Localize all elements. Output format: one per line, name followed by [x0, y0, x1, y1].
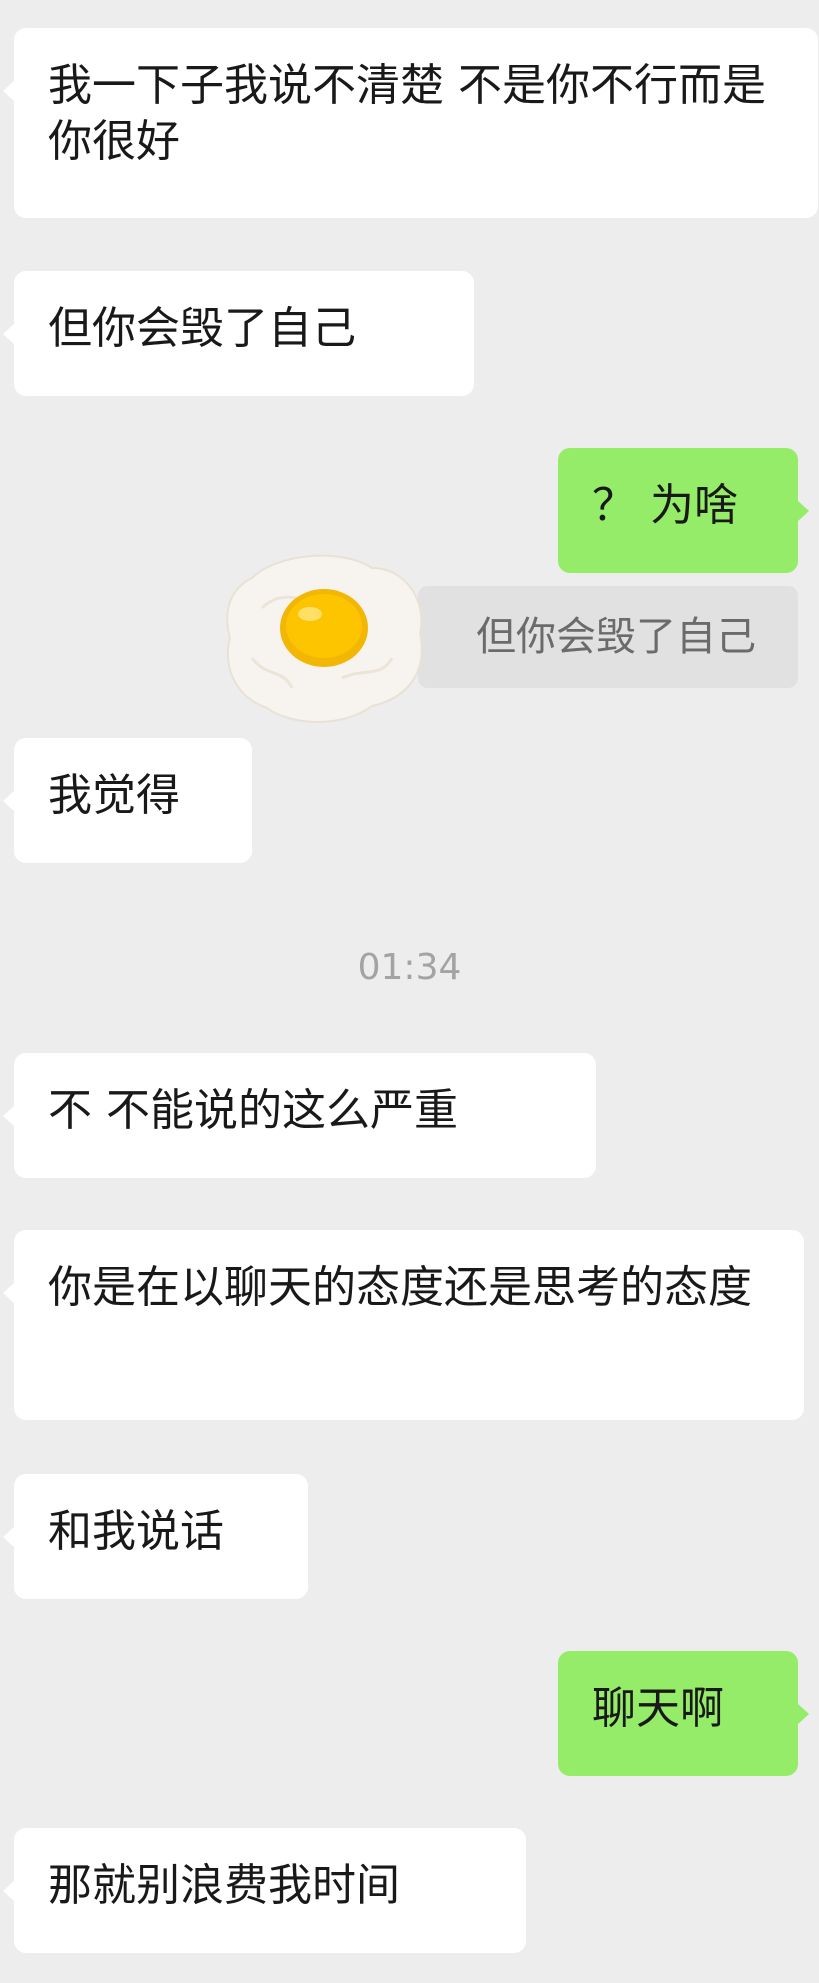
message-text: 我觉得 [48, 770, 180, 821]
incoming-message[interactable]: 不 不能说的这么严重 [3, 1053, 596, 1178]
outgoing-message[interactable]: ？ 为啥 [558, 448, 809, 573]
incoming-message[interactable]: 我觉得 [3, 738, 252, 863]
incoming-message[interactable]: 你是在以聊天的态度还是思考的态度 [3, 1230, 804, 1420]
message-text: 我一下子我说不清楚 不是你不行而是你很好 [48, 60, 766, 167]
incoming-message[interactable]: 和我说话 [3, 1474, 308, 1599]
outgoing-message[interactable]: 聊天啊 [558, 1651, 809, 1776]
incoming-message[interactable]: 那就别浪费我时间 [3, 1828, 526, 1953]
message-text: 不 不能说的这么严重 [48, 1085, 458, 1136]
incoming-message[interactable]: 但你会毁了自己 [3, 271, 474, 396]
message-text: 你是在以聊天的态度还是思考的态度 [48, 1262, 752, 1313]
message-text: 但你会毁了自己 [48, 303, 356, 354]
message-text: 那就别浪费我时间 [48, 1860, 400, 1911]
message-text: ？ 为啥 [592, 480, 738, 531]
message-text: 聊天啊 [592, 1683, 724, 1734]
incoming-message[interactable]: 我一下子我说不清楚 不是你不行而是你很好 [3, 28, 818, 218]
quoted-reply-text: 但你会毁了自己 [476, 614, 756, 660]
message-text: 和我说话 [48, 1506, 224, 1557]
quoted-reply[interactable]: 但你会毁了自己 [418, 586, 798, 688]
fried-egg-sticker-icon [226, 554, 423, 723]
timestamp: 01:34 [357, 947, 462, 988]
